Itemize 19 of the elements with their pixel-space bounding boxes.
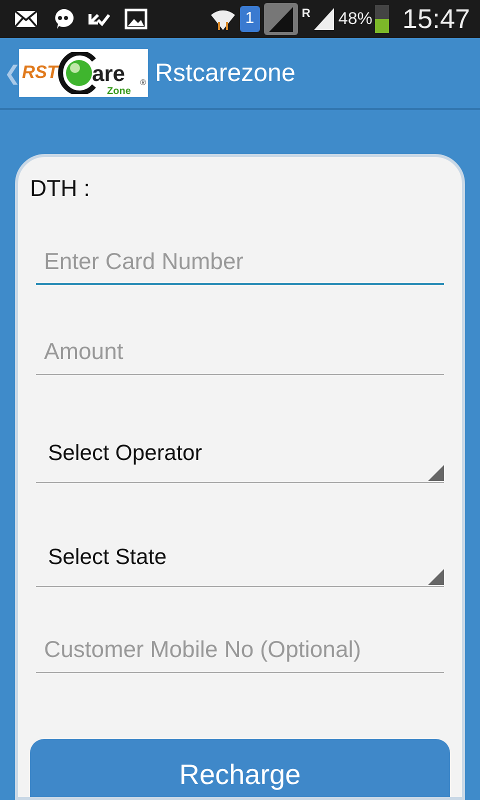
- battery-percent: 48%: [338, 9, 372, 29]
- form-heading: DTH :: [30, 175, 92, 203]
- dropdown[interactable]: Select Operator: [36, 415, 444, 483]
- envelope-icon: [14, 10, 38, 28]
- sim-badge: 1: [240, 6, 260, 32]
- image-icon: [124, 8, 148, 30]
- input-field[interactable]: Amount: [36, 325, 444, 375]
- input-field[interactable]: Customer Mobile No (Optional): [36, 623, 444, 673]
- recharge-button[interactable]: Recharge: [30, 739, 450, 797]
- app-title: Rstcarezone: [155, 58, 296, 88]
- dropdown[interactable]: Select State: [36, 519, 444, 587]
- app-logo[interactable]: RST are Zone ®: [19, 49, 148, 97]
- chat-bubble-icon: [52, 8, 74, 30]
- check-arrow-icon: [88, 11, 110, 27]
- input-field[interactable]: Enter Card Number: [36, 235, 444, 285]
- roaming-indicator: R: [302, 6, 310, 20]
- clock: 15:47: [402, 4, 470, 34]
- battery-icon: [375, 5, 390, 33]
- signal-bars-icon: [313, 7, 336, 31]
